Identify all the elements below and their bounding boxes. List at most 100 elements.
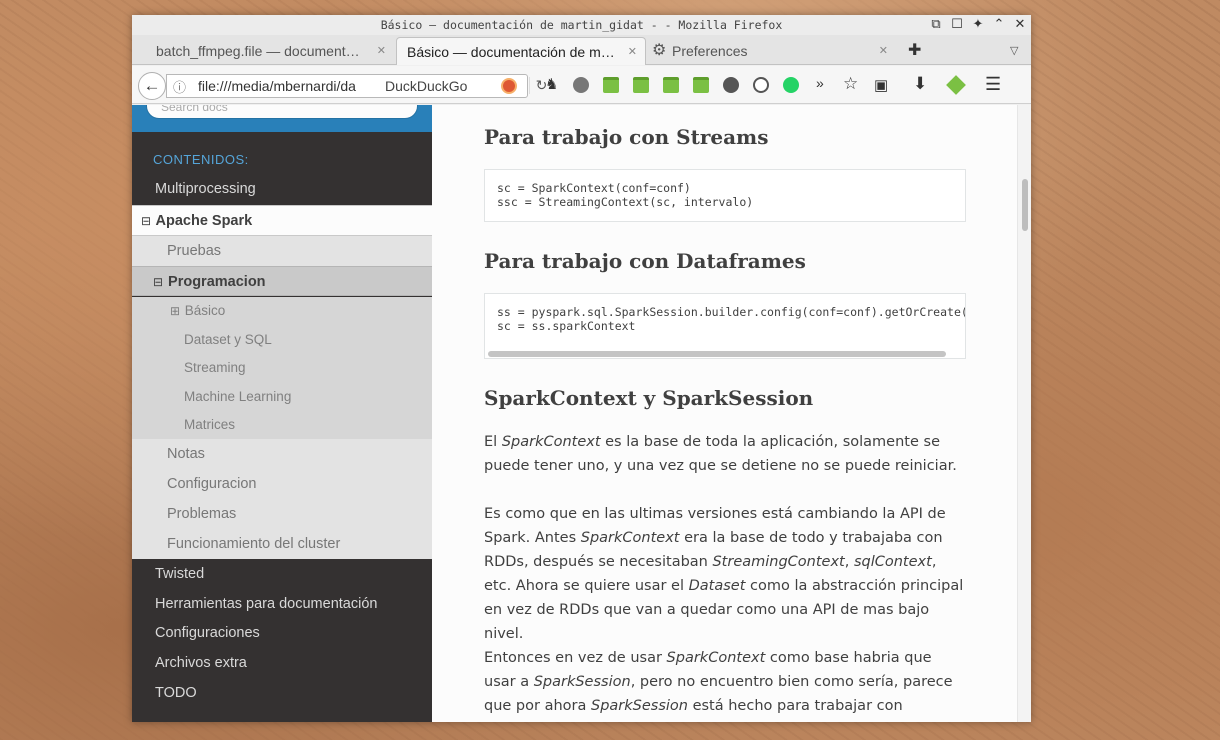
tab-close-icon[interactable]: ✕ <box>628 38 637 65</box>
search-input[interactable]: Search docs <box>146 105 418 119</box>
sidebar-caption: CONTENIDOS: <box>153 152 249 167</box>
sidebar-item-multiprocessing[interactable]: Multiprocessing <box>132 174 432 204</box>
collapse-icon[interactable]: ⊟ <box>141 206 152 237</box>
code-block-streams: sc = SparkContext(conf=conf) ssc = Stream… <box>484 169 966 222</box>
code-block-dataframes: ss = pyspark.sql.SparkSession.builder.co… <box>484 293 966 359</box>
url-text[interactable]: file:///media/mbernardi/da <box>198 78 368 94</box>
sidebar-item-twisted[interactable]: Twisted <box>132 559 432 589</box>
folder-icon[interactable] <box>693 77 709 93</box>
github-icon[interactable] <box>723 77 739 93</box>
sidebar-item-label: Problemas <box>167 506 237 522</box>
sidebar-item-archivos-extra[interactable]: Archivos extra <box>132 648 432 678</box>
tab-batch-ffmpeg[interactable]: batch_ffmpeg.file — document… ✕ <box>132 37 394 65</box>
window-title: Básico — documentación de martin_gidat -… <box>380 18 783 32</box>
url-bar[interactable]: ⓘ file:///media/mbernardi/da DuckDuckGo … <box>166 74 547 98</box>
sidebar-item-label: Notas <box>167 446 205 462</box>
close-icon[interactable]: ✕ <box>1013 15 1027 35</box>
globe-icon[interactable] <box>573 77 589 93</box>
scrollbar-thumb[interactable] <box>1022 179 1028 231</box>
sidebar-item-label: Básico <box>184 303 226 318</box>
sidebar-item-machine-learning[interactable]: Machine Learning <box>132 382 432 411</box>
overflow-chevron-icon[interactable]: » <box>816 75 824 91</box>
tab-basico[interactable]: Básico — documentación de m… ✕ <box>396 37 646 65</box>
sidebar-item-label: Funcionamiento del cluster <box>167 536 341 552</box>
navigation-toolbar: ← ⓘ file:///media/mbernardi/da DuckDuckG… <box>132 66 1031 104</box>
back-button[interactable]: ← <box>138 72 166 100</box>
sidebar-item-label: Herramientas para documentación <box>155 596 378 612</box>
tab-close-icon[interactable]: ✕ <box>377 37 386 65</box>
sidebar-item-basico[interactable]: ⊞ Básico <box>132 297 432 326</box>
bookmark-star-icon[interactable]: ☆ <box>843 74 858 94</box>
sidebar-item-streaming[interactable]: Streaming <box>132 354 432 383</box>
heading-streams: Para trabajo con Streams <box>484 125 769 149</box>
sidebar-item-apache-spark[interactable]: ⊟ Apache Spark <box>132 205 432 236</box>
sidebar-search-area: Search docs <box>132 105 432 132</box>
heading-dataframes: Para trabajo con Dataframes <box>484 249 806 273</box>
sidebar-item-funcionamiento-cluster[interactable]: Funcionamiento del cluster <box>132 529 432 559</box>
extension-icon[interactable] <box>946 75 966 95</box>
paragraph-2: Es como que en las ultimas versiones est… <box>484 506 964 642</box>
pin-icon[interactable]: ✦ <box>971 15 985 35</box>
sidebar-item-label: Multiprocessing <box>155 181 256 197</box>
folder-icon[interactable] <box>633 77 649 93</box>
sidebar-nav: Search docs CONTENIDOS: Multiprocessing … <box>132 105 432 722</box>
tab-label: Preferences <box>672 43 748 59</box>
sidebar-item-label: Dataset y SQL <box>184 331 272 347</box>
briefcase-icon[interactable]: ▣ <box>874 76 888 94</box>
tab-label: batch_ffmpeg.file — document… <box>156 43 360 59</box>
tab-close-icon[interactable]: ✕ <box>879 37 888 65</box>
paragraph-1: El SparkContext es la base de toda la ap… <box>484 434 957 474</box>
sidebar-item-label: TODO <box>155 685 197 701</box>
expand-icon[interactable]: ⊞ <box>170 297 181 326</box>
code-line: sc = ss.sparkContext <box>497 319 636 333</box>
sidebar-item-programacion[interactable]: ⊟ Programacion <box>132 266 432 296</box>
sidebar-item-pruebas[interactable]: Pruebas <box>132 236 432 266</box>
sidebar-item-label: Archivos extra <box>155 655 247 671</box>
sidebar-item-herramientas[interactable]: Herramientas para documentación <box>132 589 432 619</box>
gear-icon: ⚙ <box>652 42 667 59</box>
sidebar-item-label: Matrices <box>184 417 236 432</box>
sidebar-item-label: Pruebas <box>167 243 222 259</box>
code-line: ss = pyspark.sql.SparkSession.builder.co… <box>497 305 966 319</box>
new-tab-button[interactable]: ✚ <box>908 37 921 65</box>
maximize-icon[interactable]: ☐ <box>950 15 964 35</box>
tab-bar: batch_ffmpeg.file — document… ✕ Básico —… <box>132 35 1031 65</box>
search-engine-label[interactable]: DuckDuckGo <box>385 78 467 94</box>
reddit-icon[interactable] <box>753 77 769 93</box>
menu-hamburger-icon[interactable]: ☰ <box>985 74 1001 95</box>
duckduckgo-icon <box>501 78 517 94</box>
page-scrollbar[interactable] <box>1017 105 1031 722</box>
up-icon[interactable]: ⌃ <box>992 15 1006 35</box>
sidebar-item-label: Configuracion <box>167 476 257 492</box>
sidebar-item-configuracion[interactable]: Configuracion <box>132 469 432 499</box>
horizontal-scrollbar[interactable] <box>488 351 946 357</box>
document-content: Para trabajo con Streams sc = SparkConte… <box>484 105 966 722</box>
restore-icon[interactable]: ⧉ <box>929 15 943 35</box>
heading-sparkcontext: SparkContext y SparkSession <box>484 386 814 410</box>
sidebar-item-label: Machine Learning <box>184 388 292 404</box>
download-icon[interactable]: ⬇ <box>913 74 927 94</box>
sidebar-item-notas[interactable]: Notas <box>132 439 432 469</box>
whatsapp-icon[interactable] <box>783 77 799 93</box>
paragraph-3: Entonces en vez de usar SparkContext com… <box>484 650 953 714</box>
folder-icon[interactable] <box>603 77 619 93</box>
firefox-window: Básico — documentación de martin_gidat -… <box>132 15 1031 722</box>
sidebar-item-label: Apache Spark <box>155 213 253 229</box>
sidebar-item-configuraciones[interactable]: Configuraciones <box>132 618 432 648</box>
sidebar-item-label: Configuraciones <box>155 625 260 641</box>
sidebar-item-label: Twisted <box>155 566 205 582</box>
code-line: sc = SparkContext(conf=conf) <box>497 181 691 195</box>
folder-icon[interactable] <box>663 77 679 93</box>
info-icon[interactable]: ⓘ <box>173 77 186 96</box>
code-line: ssc = StreamingContext(sc, intervalo) <box>497 195 754 209</box>
collapse-icon[interactable]: ⊟ <box>153 267 164 297</box>
inkscape-icon[interactable]: ♞ <box>545 75 558 93</box>
tab-preferences[interactable]: ⚙ Preferences ✕ <box>648 37 896 65</box>
sidebar-item-label: Streaming <box>184 360 246 375</box>
sidebar-item-matrices[interactable]: Matrices <box>132 411 432 440</box>
sidebar-item-dataset-sql[interactable]: Dataset y SQL <box>132 325 432 354</box>
list-tabs-chevron-icon[interactable]: ▽ <box>1010 37 1018 65</box>
title-bar: Básico — documentación de martin_gidat -… <box>132 15 1031 35</box>
sidebar-item-todo[interactable]: TODO <box>132 678 432 708</box>
sidebar-item-problemas[interactable]: Problemas <box>132 499 432 529</box>
